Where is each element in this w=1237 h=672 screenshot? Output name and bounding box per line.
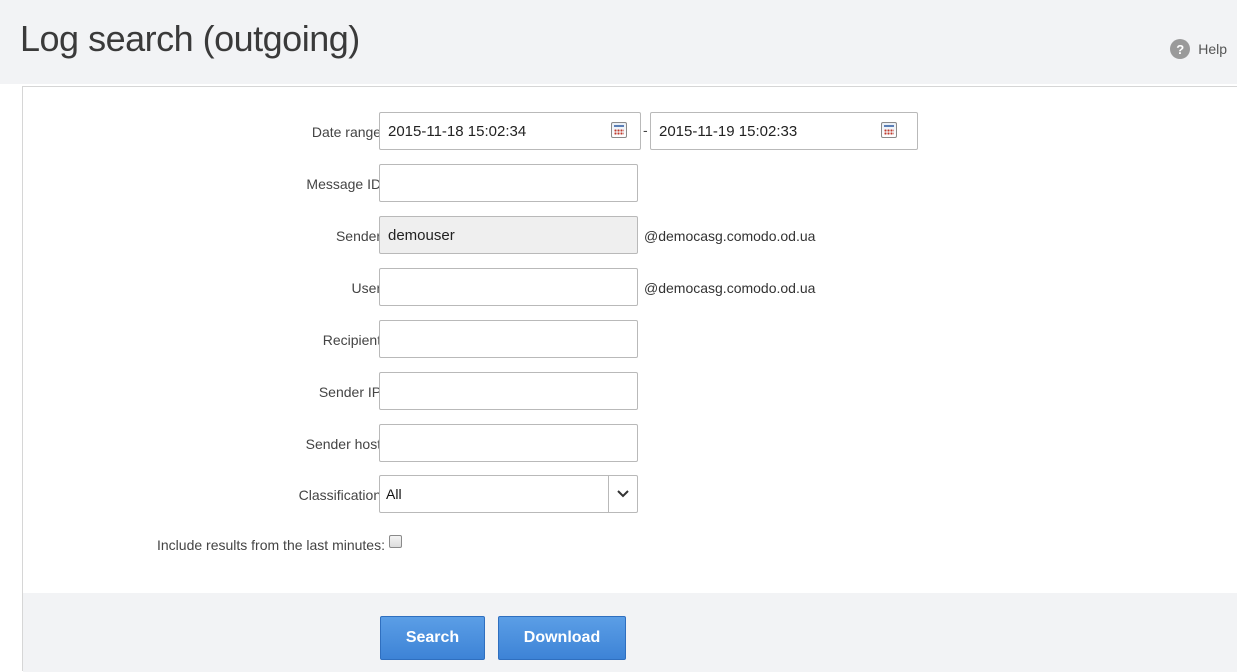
- sender-host-input[interactable]: [379, 424, 638, 462]
- user-input[interactable]: [379, 268, 638, 306]
- date-range-row: Date range: -: [23, 112, 1237, 150]
- date-range-separator: -: [643, 122, 648, 138]
- recipient-label: Recipient:: [322, 332, 385, 348]
- sender-ip-row: Sender IP:: [23, 372, 1237, 410]
- sender-ip-input[interactable]: [379, 372, 638, 410]
- sender-host-label: Sender host:: [305, 436, 385, 452]
- help-link[interactable]: ? Help: [1170, 38, 1227, 60]
- sender-host-row: Sender host:: [23, 424, 1237, 462]
- include-recent-checkbox[interactable]: [389, 535, 402, 548]
- sender-input[interactable]: [379, 216, 638, 254]
- message-id-input[interactable]: [379, 164, 638, 202]
- classification-select[interactable]: All: [379, 475, 638, 513]
- message-id-row: Message ID:: [23, 164, 1237, 202]
- form-footer: Search Download: [23, 593, 1237, 672]
- search-form-panel: Date range: - Message ID: Sender: @democ…: [22, 86, 1237, 672]
- sender-label: Sender:: [335, 228, 385, 244]
- recipient-input[interactable]: [379, 320, 638, 358]
- help-label: Help: [1198, 41, 1227, 57]
- include-recent-label: Include results from the last minutes:: [157, 537, 385, 553]
- help-circle-icon: ?: [1170, 39, 1191, 59]
- search-button[interactable]: Search: [380, 616, 485, 660]
- chevron-down-icon[interactable]: [608, 476, 637, 512]
- date-range-label: Date range:: [311, 124, 385, 140]
- date-from-input[interactable]: [379, 112, 641, 150]
- sender-ip-label: Sender IP:: [318, 384, 385, 400]
- calendar-icon[interactable]: [611, 122, 627, 138]
- classification-selected: All: [386, 486, 402, 502]
- message-id-label: Message ID:: [306, 176, 385, 192]
- sender-row: Sender: @democasg.comodo.od.ua: [23, 216, 1237, 254]
- classification-label: Classification:: [298, 487, 385, 503]
- include-recent-row: Include results from the last minutes:: [23, 533, 1237, 553]
- download-button[interactable]: Download: [498, 616, 626, 660]
- user-row: User: @democasg.comodo.od.ua: [23, 268, 1237, 306]
- date-to-input[interactable]: [650, 112, 918, 150]
- recipient-row: Recipient:: [23, 320, 1237, 358]
- classification-row: Classification: All: [23, 475, 1237, 513]
- page-title: Log search (outgoing): [20, 18, 360, 59]
- calendar-icon[interactable]: [881, 122, 897, 138]
- user-domain-suffix: @democasg.comodo.od.ua: [644, 280, 816, 296]
- sender-domain-suffix: @democasg.comodo.od.ua: [644, 228, 816, 244]
- page-header: Log search (outgoing) ? Help: [0, 0, 1237, 84]
